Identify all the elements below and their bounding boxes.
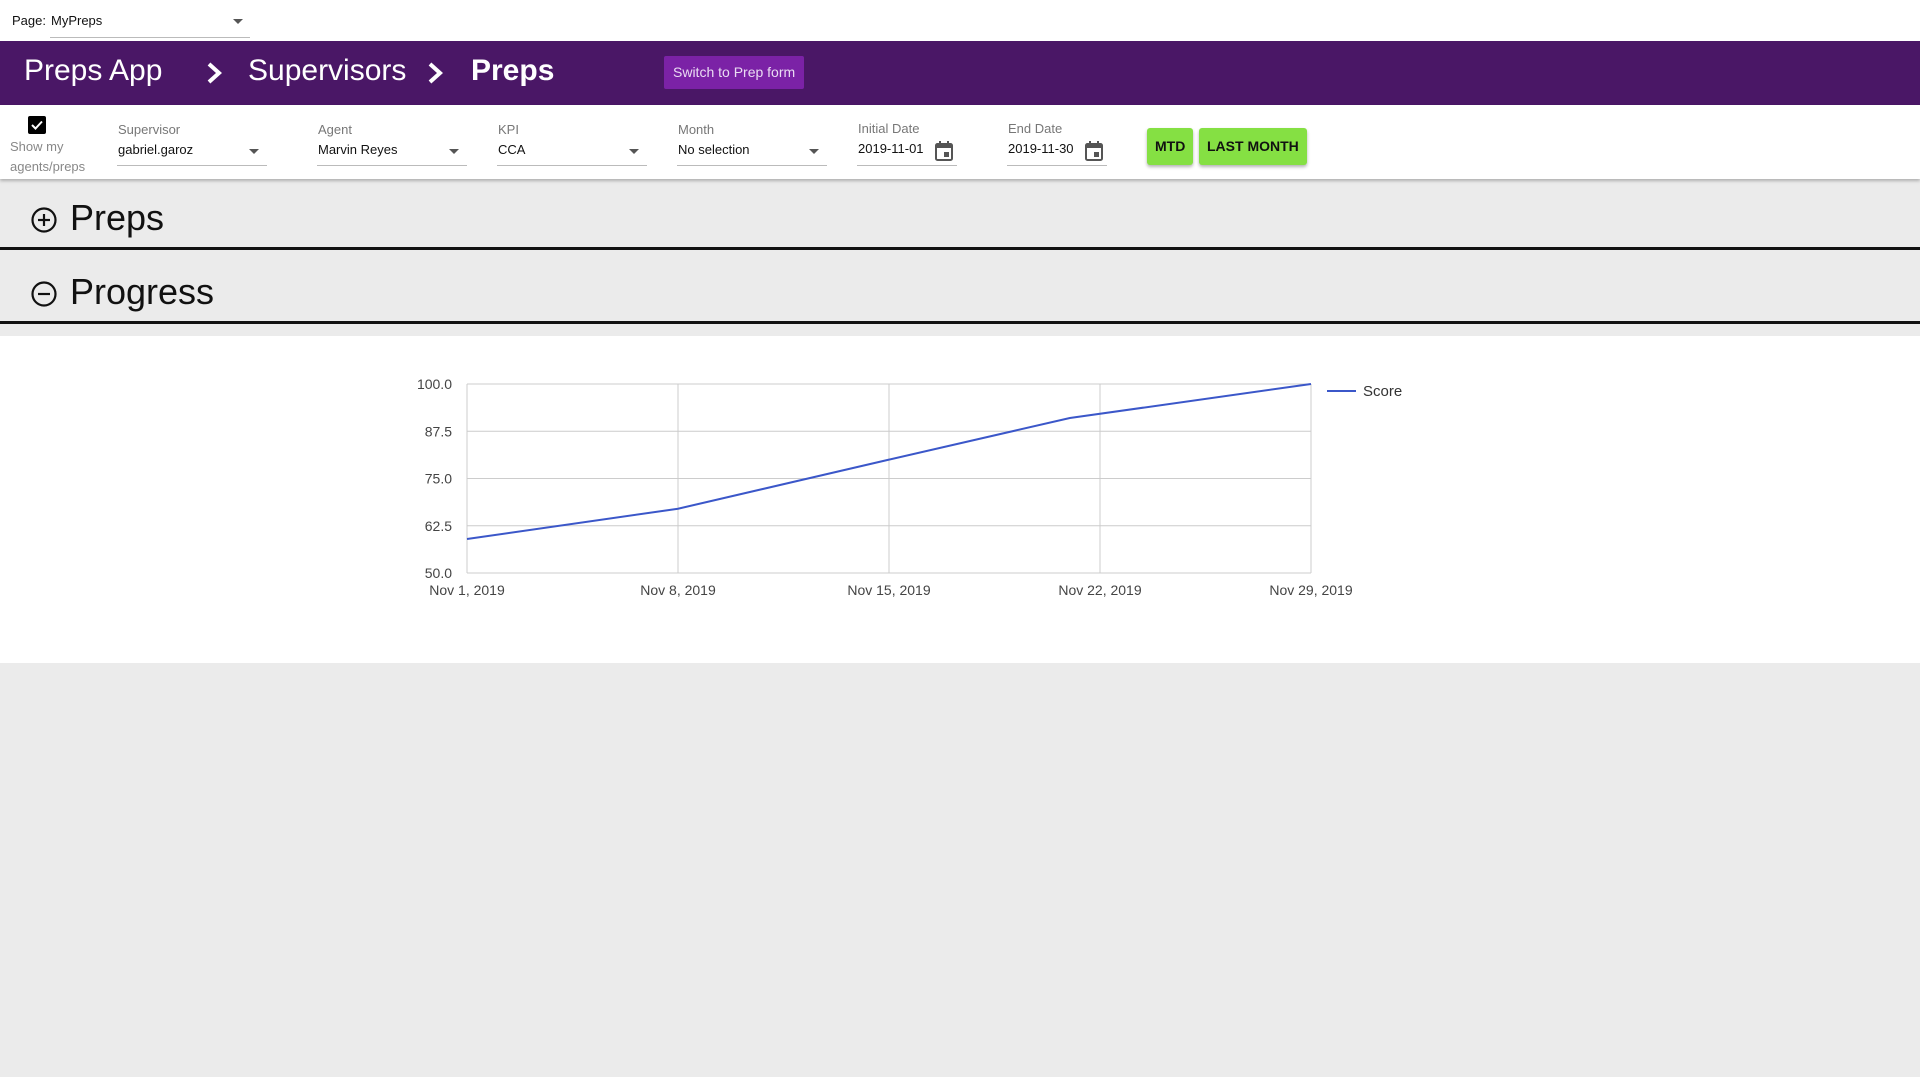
agent-select[interactable]: Agent Marvin Reyes: [317, 122, 467, 166]
last-month-button[interactable]: LAST MONTH: [1199, 128, 1307, 165]
chevron-right-icon: [207, 62, 222, 84]
page-select[interactable]: MyPreps: [50, 8, 250, 38]
agent-value: Marvin Reyes: [318, 142, 398, 157]
mtd-button[interactable]: MTD: [1147, 128, 1194, 165]
initial-date-field[interactable]: Initial Date 2019-11-01: [857, 121, 957, 166]
chevron-down-icon: [233, 19, 243, 24]
kpi-label: KPI: [498, 122, 519, 137]
breadcrumb-supervisors[interactable]: Supervisors: [248, 54, 406, 88]
x-tick-label: Nov 1, 2019: [429, 582, 505, 598]
show-my-agents-label: Show my agents/preps: [10, 139, 86, 174]
switch-to-prep-form-button[interactable]: Switch to Prep form: [664, 56, 805, 89]
y-tick-label: 100.0: [417, 376, 452, 392]
end-date-label: End Date: [1008, 121, 1063, 136]
x-tick-label: Nov 8, 2019: [640, 582, 716, 598]
y-tick-label: 62.5: [425, 518, 452, 534]
initial-date-label: Initial Date: [858, 121, 920, 136]
chevron-down-icon: [249, 149, 259, 154]
chevron-down-icon: [809, 149, 819, 154]
month-select[interactable]: Month No selection: [677, 122, 827, 166]
progress-line-chart: 100.0 87.5 75.0 62.5 50.0Nov 1, 2019 Nov 8, 2…: [417, 376, 1402, 598]
breadcrumb-preps: Preps: [471, 54, 555, 87]
x-tick-label: Nov 29, 2019: [1269, 582, 1352, 598]
minus-circle-icon[interactable]: [31, 281, 57, 307]
app-header: Preps App Supervisors Preps Switch to Pr…: [0, 41, 1920, 105]
calendar-icon[interactable]: [1085, 141, 1103, 161]
plus-circle-icon[interactable]: [31, 207, 57, 233]
chevron-down-icon: [449, 149, 459, 154]
show-my-agents-checkbox[interactable]: [28, 116, 46, 134]
agent-label: Agent: [318, 122, 352, 137]
progress-section-header[interactable]: Progress: [0, 256, 1920, 324]
chevron-down-icon: [629, 149, 639, 154]
progress-chart-panel: 100.0 87.5 75.0 62.5 50.0 Nov 1, 2019 Nov 8, 2…: [0, 336, 1920, 663]
end-date-field[interactable]: End Date 2019-11-30: [1007, 121, 1107, 166]
kpi-select[interactable]: KPI CCA: [497, 122, 647, 166]
calendar-icon[interactable]: [935, 141, 953, 161]
initial-date-value: 2019-11-01: [858, 141, 924, 156]
supervisor-label: Supervisor: [118, 122, 181, 137]
page-select-value: MyPreps: [51, 13, 103, 28]
supervisor-value: gabriel.garoz: [118, 142, 194, 157]
month-value: No selection: [678, 142, 750, 157]
checkmark-icon: [31, 120, 43, 130]
filters-bar: Show my agents/preps Supervisor gabriel.…: [0, 105, 1920, 179]
x-tick-label: Nov 22, 2019: [1058, 582, 1141, 598]
x-tick-label: Nov 15, 2019: [847, 582, 930, 598]
preps-section-header[interactable]: Preps: [0, 182, 1920, 250]
progress-section-title: Progress: [70, 271, 215, 312]
supervisor-select[interactable]: Supervisor gabriel.garoz: [117, 122, 267, 166]
kpi-value: CCA: [498, 142, 526, 157]
breadcrumb-preps-app[interactable]: Preps App: [24, 54, 162, 88]
y-tick-label: 50.0: [425, 565, 452, 581]
month-label: Month: [678, 122, 715, 137]
page-label: Page:: [12, 13, 46, 28]
chevron-right-icon: [428, 62, 443, 84]
page-selector-bar: Page: MyPreps: [0, 0, 1920, 41]
end-date-value: 2019-11-30: [1008, 141, 1074, 156]
y-tick-label: 87.5: [425, 423, 452, 439]
preps-section-title: Preps: [70, 197, 165, 238]
legend-label-score: Score: [1363, 383, 1402, 400]
y-tick-label: 75.0: [425, 471, 452, 487]
